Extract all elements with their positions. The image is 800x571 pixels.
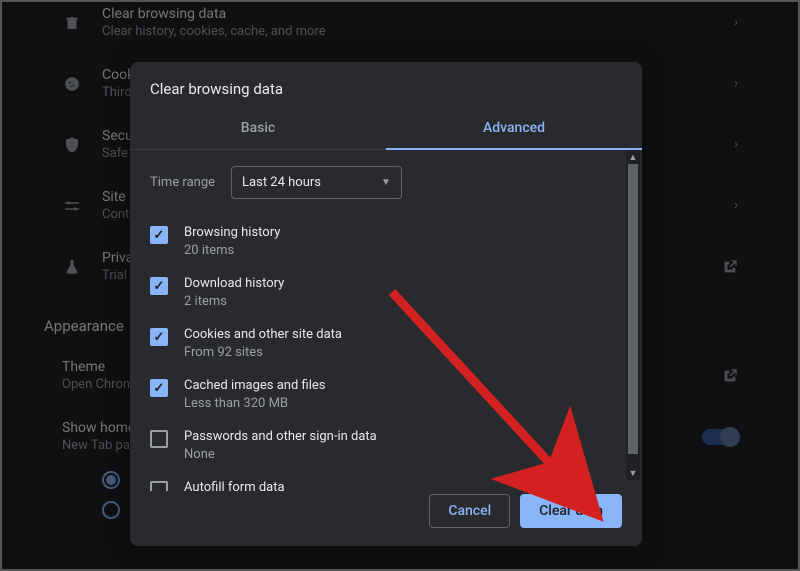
clear-data-button[interactable]: Clear data — [520, 494, 622, 528]
option-title: Download history — [184, 276, 284, 291]
scrollbar-thumb[interactable] — [628, 164, 638, 454]
dialog-title: Clear browsing data — [130, 62, 642, 108]
option-autofill[interactable]: Autofill form data — [150, 472, 622, 495]
cancel-button[interactable]: Cancel — [429, 494, 510, 528]
option-sub: 20 items — [184, 243, 280, 258]
time-range-select[interactable]: Last 24 hours ▼ — [231, 166, 402, 199]
time-range-value: Last 24 hours — [242, 175, 321, 190]
option-sub: 2 items — [184, 294, 284, 309]
dialog-scrollbar[interactable]: ▲ ▼ — [626, 150, 640, 480]
checkbox-autofill[interactable] — [150, 481, 168, 491]
scroll-up-icon[interactable]: ▲ — [626, 150, 640, 164]
option-passwords[interactable]: Passwords and other sign-in data None — [150, 421, 622, 472]
dropdown-arrow-icon: ▼ — [381, 177, 391, 188]
checkbox-cached[interactable] — [150, 379, 168, 397]
option-sub: None — [184, 447, 377, 462]
option-browsing-history[interactable]: Browsing history 20 items — [150, 217, 622, 268]
option-sub: From 92 sites — [184, 345, 342, 360]
option-sub: Less than 320 MB — [184, 396, 325, 411]
option-download-history[interactable]: Download history 2 items — [150, 268, 622, 319]
dialog-body: Time range Last 24 hours ▼ Browsing hist… — [130, 150, 642, 480]
option-title: Cookies and other site data — [184, 327, 342, 342]
option-title: Autofill form data — [184, 480, 285, 495]
option-cached[interactable]: Cached images and files Less than 320 MB — [150, 370, 622, 421]
time-range-label: Time range — [150, 175, 215, 190]
tab-advanced[interactable]: Advanced — [386, 108, 642, 150]
tab-basic[interactable]: Basic — [130, 108, 386, 150]
checkbox-cookies[interactable] — [150, 328, 168, 346]
dialog-tabs: Basic Advanced — [130, 108, 642, 150]
option-title: Cached images and files — [184, 378, 325, 393]
option-cookies[interactable]: Cookies and other site data From 92 site… — [150, 319, 622, 370]
checkbox-browsing-history[interactable] — [150, 226, 168, 244]
time-range-row: Time range Last 24 hours ▼ — [150, 166, 622, 199]
scroll-down-icon[interactable]: ▼ — [626, 466, 640, 480]
checkbox-download-history[interactable] — [150, 277, 168, 295]
option-title: Passwords and other sign-in data — [184, 429, 377, 444]
checkbox-passwords[interactable] — [150, 430, 168, 448]
option-title: Browsing history — [184, 225, 280, 240]
clear-browsing-data-dialog: Clear browsing data Basic Advanced Time … — [130, 62, 642, 546]
